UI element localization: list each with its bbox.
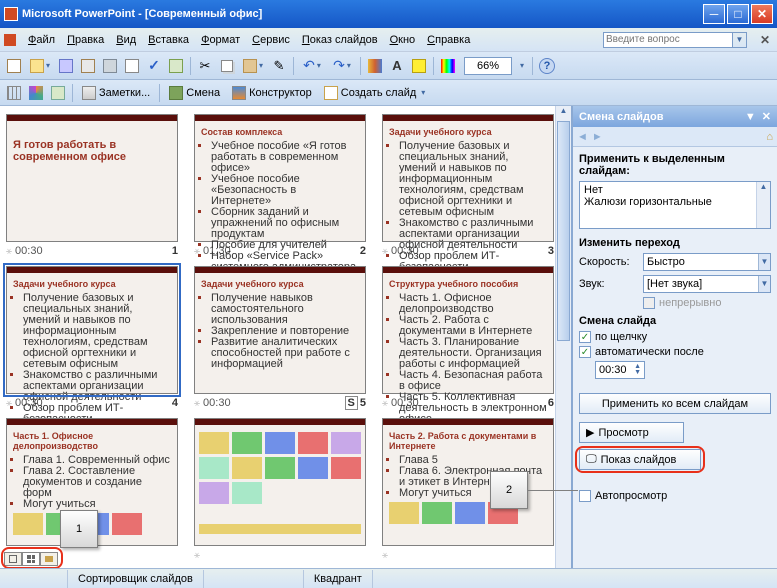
notes-button[interactable]: Заметки... [77, 83, 155, 103]
taskpane-title: Смена слайдов [579, 111, 663, 123]
save-button[interactable] [56, 56, 76, 76]
slide-sorter-view[interactable]: Я готов работать в современном офисе⚹ 00… [0, 106, 571, 568]
font-color-button[interactable]: A [387, 56, 407, 76]
sound-dropdown[interactable]: [Нет звука]▼ [643, 275, 771, 293]
menu-Сервис[interactable]: Сервис [246, 31, 296, 49]
apply-label: Применить к выделенным слайдам: [579, 153, 771, 177]
new-button[interactable] [4, 56, 24, 76]
format-painter-button[interactable]: ✎ [269, 56, 289, 76]
help-button[interactable]: ? [537, 56, 557, 76]
projector-icon: 🖵 [586, 453, 597, 466]
taskpane-header: Смена слайдов ▼ ✕ [573, 106, 777, 127]
minimize-button[interactable]: ─ [703, 4, 725, 24]
autopreview-checkbox[interactable] [579, 490, 591, 502]
new-slide-button[interactable]: Создать слайд▾ [319, 83, 430, 103]
speed-label: Скорость: [579, 256, 637, 268]
help-dropdown-icon[interactable]: ▼ [733, 32, 747, 48]
slide-4[interactable]: Задачи учебного курсаПолучение базовых и… [6, 266, 178, 410]
cut-button[interactable]: ✂ [195, 56, 215, 76]
onclick-checkbox[interactable]: ✓ [579, 331, 591, 343]
zoom-combo[interactable]: 66% [464, 57, 512, 75]
slide-5[interactable]: Задачи учебного курсаПолучение навыков с… [194, 266, 366, 410]
menu-Окно[interactable]: Окно [384, 31, 422, 49]
menu-Файл[interactable]: Файл [22, 31, 61, 49]
modify-label: Изменить переход [579, 237, 771, 249]
effects-list[interactable]: Нет Жалюзи горизонтальные ▲ [579, 181, 771, 229]
play-icon: ▶ [586, 426, 594, 439]
insert-chart-button[interactable] [365, 56, 385, 76]
sound-label: Звук: [579, 278, 637, 290]
status-bar: Сортировщик слайдов Квадрант [0, 568, 777, 588]
maximize-button[interactable]: □ [727, 4, 749, 24]
permission-button[interactable] [78, 56, 98, 76]
preview-button[interactable] [122, 56, 142, 76]
sorter-view-button[interactable] [22, 552, 40, 566]
slide-3[interactable]: Задачи учебного курсаПолучение базовых и… [382, 114, 554, 258]
menu-Вид[interactable]: Вид [110, 31, 142, 49]
callout-2: 2 [490, 471, 578, 509]
advance-label: Смена слайда [579, 315, 771, 327]
copy-button[interactable] [217, 56, 237, 76]
apply-all-button[interactable]: Применить ко всем слайдам [579, 393, 771, 414]
taskpane-home-icon[interactable]: ⌂ [766, 131, 773, 143]
normal-view-button[interactable] [4, 552, 22, 566]
unknown-icon[interactable] [48, 83, 68, 103]
taskpane-dropdown-icon[interactable]: ▼ [745, 111, 756, 123]
grid-icon[interactable] [4, 83, 24, 103]
transition-button[interactable]: Смена [164, 83, 225, 103]
print-button[interactable] [100, 56, 120, 76]
design-button[interactable]: Конструктор [227, 83, 317, 103]
menu-Правка[interactable]: Правка [61, 31, 110, 49]
paste-button[interactable]: ▾ [239, 56, 267, 76]
slideshow-view-button[interactable] [40, 552, 58, 566]
app-icon[interactable] [4, 34, 16, 46]
undo-button[interactable]: ↶▾ [298, 56, 326, 76]
slide-8[interactable]: ⚹ [194, 418, 366, 562]
taskpane-back-icon[interactable]: ◄ [577, 131, 588, 143]
speed-dropdown[interactable]: Быстро▼ [643, 253, 771, 271]
auto-time-spinner[interactable]: 00:30▲▼ [595, 361, 645, 379]
callout-1: 1 [60, 510, 98, 548]
color-button[interactable] [438, 56, 458, 76]
taskpane-close-icon[interactable]: ✕ [762, 110, 771, 123]
slide-6[interactable]: Структура учебного пособияЧасть 1. Офисн… [382, 266, 554, 410]
menu-bar: ФайлПравкаВидВставкаФорматСервисПоказ сл… [0, 28, 777, 52]
standard-toolbar: ▾ ✓ ✂ ▾ ✎ ↶▾ ↷▾ A 66% ▾ ? [0, 52, 777, 80]
title-bar: Microsoft PowerPoint - [Современный офис… [0, 0, 777, 28]
slideshow-button[interactable]: 🖵Показ слайдов [579, 449, 701, 470]
task-pane: Смена слайдов ▼ ✕ ◄ ► ⌂ Применить к выде… [571, 106, 777, 568]
window-title: Microsoft PowerPoint - [Современный офис… [22, 8, 262, 20]
highlight-button[interactable] [409, 56, 429, 76]
loop-checkbox [643, 297, 655, 309]
zoom-dropdown[interactable]: ▾ [514, 56, 528, 76]
status-master: Квадрант [304, 570, 373, 588]
open-button[interactable]: ▾ [26, 56, 54, 76]
status-view: Сортировщик слайдов [68, 570, 204, 588]
slide-2[interactable]: Состав комплексаУчебное пособие «Я готов… [194, 114, 366, 258]
menu-Показ слайдов[interactable]: Показ слайдов [296, 31, 384, 49]
redo-button[interactable]: ↷▾ [328, 56, 356, 76]
taskpane-forward-icon: ► [592, 131, 603, 143]
play-button[interactable]: ▶Просмотр [579, 422, 684, 443]
menu-Формат[interactable]: Формат [195, 31, 246, 49]
slide-1[interactable]: Я готов работать в современном офисе⚹ 00… [6, 114, 178, 258]
palette-icon[interactable] [26, 83, 46, 103]
research-button[interactable] [166, 56, 186, 76]
menu-Справка[interactable]: Справка [421, 31, 476, 49]
powerpoint-icon [4, 7, 18, 21]
doc-close-button[interactable]: ✕ [757, 33, 773, 47]
menu-Вставка[interactable]: Вставка [142, 31, 195, 49]
formatting-toolbar: Заметки... Смена Конструктор Создать сла… [0, 80, 777, 106]
close-button[interactable]: ✕ [751, 4, 773, 24]
help-search-input[interactable] [603, 32, 733, 48]
spelling-button[interactable]: ✓ [144, 56, 164, 76]
autoafter-checkbox[interactable]: ✓ [579, 346, 591, 358]
